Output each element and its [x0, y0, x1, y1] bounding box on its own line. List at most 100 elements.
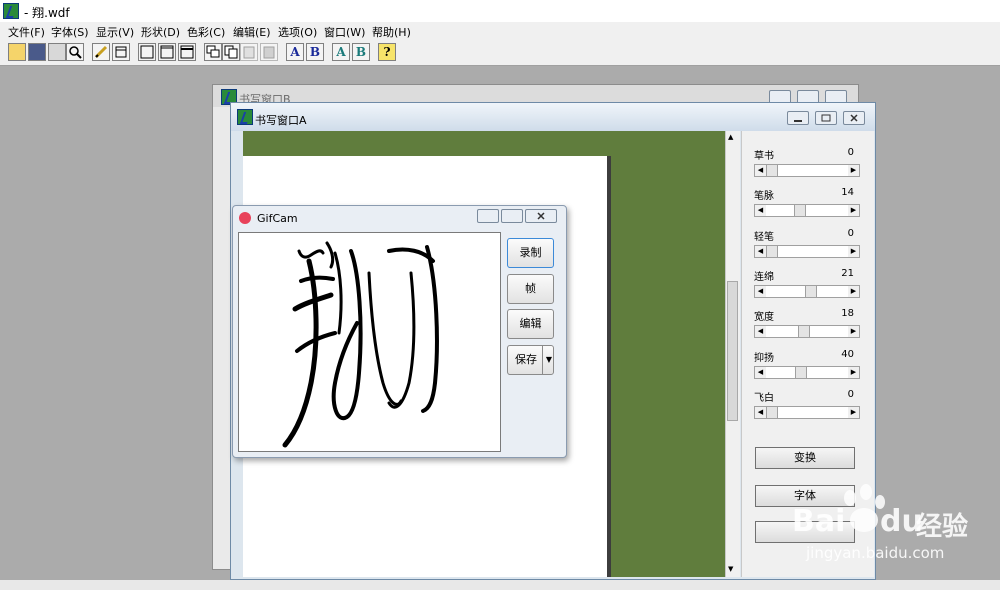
pencil-icon[interactable] — [92, 43, 110, 61]
print-icon[interactable] — [48, 43, 66, 61]
menu-color[interactable]: 色彩(C) — [187, 24, 225, 40]
slider-label: 抑扬 — [754, 352, 774, 364]
slider-right-arrow-icon[interactable]: ▶ — [848, 285, 859, 297]
slider-right-arrow-icon[interactable]: ▶ — [848, 406, 859, 418]
menu-window[interactable]: 窗口(W) — [324, 24, 365, 40]
window-a-icon — [237, 109, 253, 125]
slider-right-arrow-icon[interactable]: ▶ — [848, 366, 859, 378]
menu-bar: 文件(F) 字体(S) 显示(V) 形状(D) 色彩(C) 编辑(E) 选项(O… — [0, 22, 1000, 40]
slider-track[interactable]: ◀ ▶ — [754, 284, 860, 298]
toolbar: A B A B ? — [0, 40, 1000, 66]
slider-right-arrow-icon[interactable]: ▶ — [848, 205, 859, 217]
slider-track[interactable]: ◀ ▶ — [754, 405, 860, 419]
watermark-brand: Bai — [792, 504, 846, 539]
app-title: - 翔.wdf — [24, 6, 70, 20]
gifcam-maximize-button[interactable] — [501, 209, 523, 223]
slider-label: 草书 — [754, 151, 774, 162]
font-a-teal-icon[interactable]: A — [332, 43, 350, 61]
slider-left-arrow-icon[interactable]: ◀ — [755, 205, 766, 217]
slider-track[interactable]: ◀ ▶ — [754, 204, 860, 218]
gifcam-icon — [239, 212, 251, 224]
scroll-thumb[interactable] — [727, 281, 738, 421]
window-a-close-button[interactable] — [843, 111, 865, 125]
slider-track[interactable]: ◀ ▶ — [754, 164, 860, 177]
slider-left-arrow-icon[interactable]: ◀ — [755, 406, 766, 418]
slider-thumb[interactable] — [805, 285, 817, 297]
save-disk-icon[interactable] — [28, 43, 46, 61]
menu-help[interactable]: 帮助(H) — [372, 24, 411, 40]
watermark-jingyan: 经验 — [916, 512, 969, 542]
calligraphy-glyph — [282, 241, 439, 448]
slider-label: 轻笔 — [754, 231, 774, 243]
transform-button[interactable]: 变换 — [755, 447, 855, 469]
menu-options[interactable]: 选项(O) — [278, 24, 317, 40]
slider-thumb[interactable] — [766, 245, 778, 257]
frame-icon-3[interactable] — [178, 43, 196, 61]
slider-label: 宽度 — [754, 312, 774, 324]
clipboard-disabled-icon[interactable] — [260, 43, 278, 61]
window-a-titlebar[interactable]: 书写窗口A — [231, 103, 875, 131]
gifcam-edit-button[interactable]: 编辑 — [507, 309, 554, 339]
gifcam-title: GifCam — [257, 212, 298, 225]
slider-value: 0 — [847, 147, 854, 158]
window-a-maximize-button[interactable] — [815, 111, 837, 125]
paste-disabled-icon[interactable] — [240, 43, 258, 61]
slider-left-arrow-icon[interactable]: ◀ — [755, 366, 766, 378]
font-a-blue-icon[interactable]: A — [286, 43, 304, 61]
slider-thumb[interactable] — [766, 165, 778, 176]
menu-font[interactable]: 字体(S) — [51, 24, 89, 40]
slider-right-arrow-icon[interactable]: ▶ — [848, 165, 859, 176]
print-preview-icon[interactable] — [66, 43, 84, 61]
slider-value: 0 — [847, 388, 854, 400]
status-strip — [0, 580, 1000, 590]
slider-track[interactable]: ◀ ▶ — [754, 244, 860, 258]
slider-label: 飞白 — [754, 392, 774, 404]
vertical-scrollbar[interactable]: ▲ ▼ — [725, 131, 740, 577]
gifcam-record-button[interactable]: 录制 — [507, 238, 554, 268]
open-folder-icon[interactable] — [8, 43, 26, 61]
window-layout-icon[interactable] — [112, 43, 130, 61]
menu-view[interactable]: 显示(V) — [96, 24, 134, 40]
slider-label: 连绵 — [754, 271, 774, 283]
help-icon[interactable]: ? — [378, 43, 396, 61]
window-a-minimize-button[interactable] — [787, 111, 809, 125]
scroll-down-icon[interactable]: ▼ — [728, 565, 733, 573]
scroll-up-icon[interactable]: ▲ — [728, 133, 733, 141]
slider-thumb[interactable] — [766, 406, 778, 418]
font-b-teal-icon[interactable]: B — [352, 43, 370, 61]
gifcam-window[interactable]: GifCam 录制 帧 编辑 保存 ▼ — [232, 205, 567, 458]
cascade-windows-icon[interactable] — [204, 43, 222, 61]
frame-icon-2[interactable] — [158, 43, 176, 61]
slider-label: 笔脉 — [754, 191, 774, 203]
menu-edit[interactable]: 编辑(E) — [233, 24, 271, 40]
font-b-blue-icon[interactable]: B — [306, 43, 324, 61]
gifcam-minimize-button[interactable] — [477, 209, 499, 223]
slider-left-arrow-icon[interactable]: ◀ — [755, 285, 766, 297]
app-icon — [3, 3, 19, 19]
copy-icon[interactable] — [222, 43, 240, 61]
app-title-bar: - 翔.wdf — [0, 0, 1000, 22]
slider-left-arrow-icon[interactable]: ◀ — [755, 326, 766, 338]
slider-left-arrow-icon[interactable]: ◀ — [755, 245, 766, 257]
slider-track[interactable]: ◀ ▶ — [754, 325, 860, 339]
gifcam-frame-button[interactable]: 帧 — [507, 274, 554, 304]
slider-right-arrow-icon[interactable]: ▶ — [848, 326, 859, 338]
gifcam-capture-frame — [238, 232, 501, 452]
menu-shape[interactable]: 形状(D) — [141, 24, 180, 40]
slider-right-arrow-icon[interactable]: ▶ — [848, 245, 859, 257]
slider-value: 18 — [841, 308, 854, 320]
slider-thumb[interactable] — [795, 366, 807, 378]
slider-thumb[interactable] — [794, 205, 806, 217]
gifcam-close-button[interactable] — [525, 209, 557, 223]
baidu-jingyan-watermark: Bai du 经验 jingyan.baidu.com — [770, 478, 990, 578]
gifcam-save-button[interactable]: 保存 ▼ — [507, 345, 554, 375]
chevron-down-icon[interactable]: ▼ — [542, 346, 555, 374]
menu-file[interactable]: 文件(F) — [8, 24, 45, 40]
frame-icon-1[interactable] — [138, 43, 156, 61]
slider-value: 21 — [841, 267, 854, 279]
slider-track[interactable]: ◀ ▶ — [754, 365, 860, 379]
watermark-url: jingyan.baidu.com — [806, 544, 945, 562]
slider-value: 14 — [841, 187, 854, 199]
slider-left-arrow-icon[interactable]: ◀ — [755, 165, 766, 176]
slider-thumb[interactable] — [798, 326, 810, 338]
